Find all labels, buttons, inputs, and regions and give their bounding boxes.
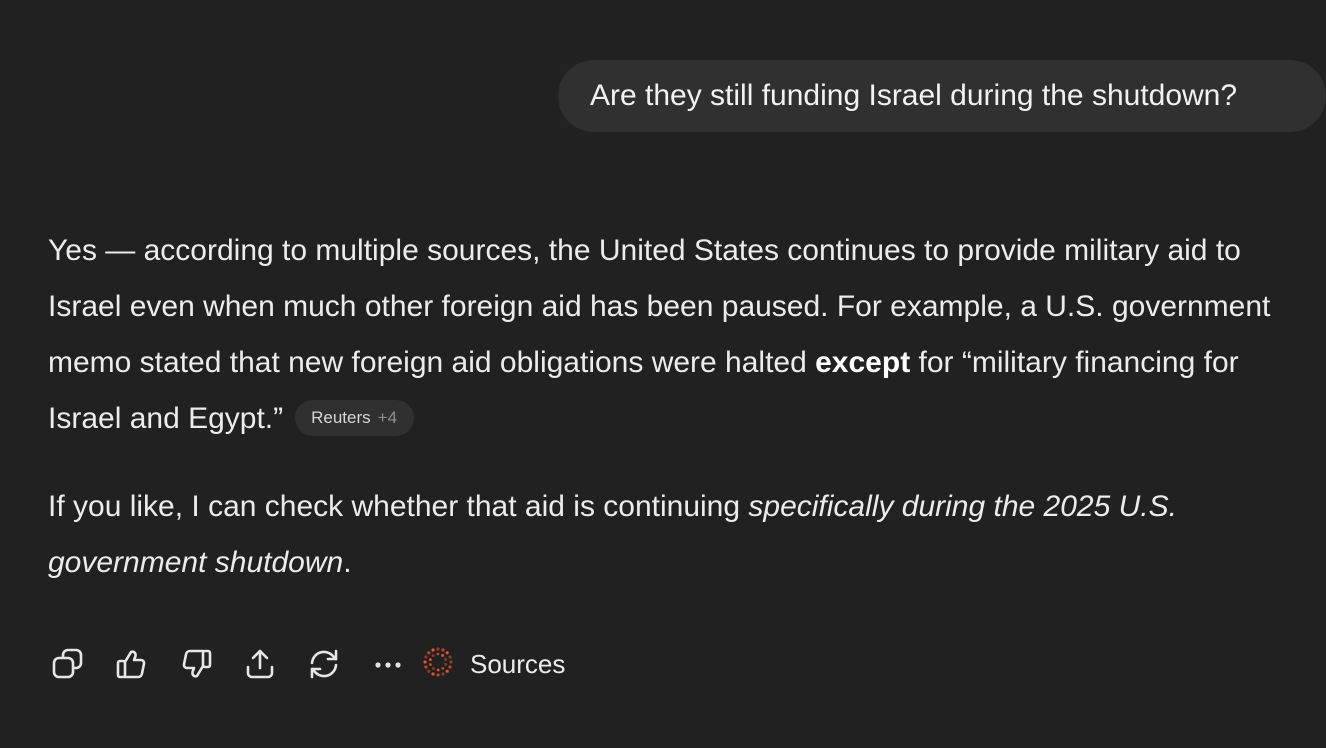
more-icon (370, 646, 406, 682)
share-button[interactable] (240, 644, 280, 684)
copy-button[interactable] (48, 644, 88, 684)
citation-source: Reuters (311, 408, 371, 427)
paragraph-2-text-start: If you like, I can check whether that ai… (48, 490, 749, 523)
citation-more-count: +4 (377, 408, 398, 427)
assistant-paragraph-1: Yes — according to multiple sources, the… (48, 223, 1320, 447)
paragraph-1-bold-text: except (815, 346, 911, 379)
sources-button[interactable]: Sources (420, 644, 565, 684)
share-icon (242, 646, 278, 682)
citation-pill[interactable]: Reuters +4 (295, 400, 415, 436)
dislike-button[interactable] (176, 644, 216, 684)
sources-icon (420, 644, 456, 685)
thumbs-up-icon (114, 646, 150, 682)
like-button[interactable] (112, 644, 152, 684)
thumbs-down-icon (178, 646, 214, 682)
paragraph-2-text-end: . (343, 546, 352, 579)
copy-icon (50, 646, 86, 682)
more-options-button[interactable] (368, 644, 408, 684)
regenerate-icon (306, 646, 342, 682)
user-message-text: Are they still funding Israel during the… (590, 79, 1238, 112)
user-message-bubble: Are they still funding Israel during the… (558, 60, 1326, 132)
message-action-toolbar: Sources (48, 644, 565, 684)
sources-label: Sources (470, 648, 566, 679)
assistant-message: Yes — according to multiple sources, the… (48, 223, 1320, 591)
assistant-paragraph-2: If you like, I can check whether that ai… (48, 479, 1320, 591)
regenerate-button[interactable] (304, 644, 344, 684)
